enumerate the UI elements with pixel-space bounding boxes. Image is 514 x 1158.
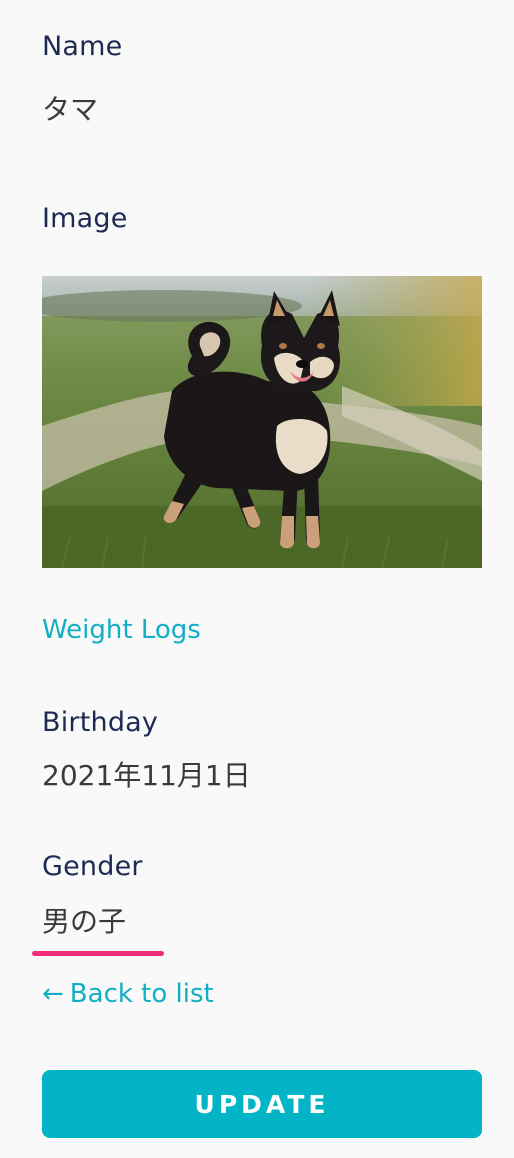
name-label: Name: [42, 31, 123, 62]
update-button[interactable]: UPDATE: [42, 1070, 482, 1138]
left-arrow-icon: ←: [42, 979, 64, 1009]
birthday-label: Birthday: [42, 707, 159, 738]
back-to-list-link[interactable]: ← Back to list: [42, 978, 214, 1010]
gender-value: 男の子: [42, 905, 127, 938]
pet-photo: [42, 276, 482, 568]
gender-highlight-underline: [32, 951, 164, 956]
name-value: タマ: [42, 93, 99, 126]
birthday-value: 2021年11月1日: [42, 759, 251, 792]
image-label: Image: [42, 203, 128, 234]
weight-logs-link[interactable]: Weight Logs: [42, 614, 201, 646]
back-to-list-label: Back to list: [69, 979, 214, 1009]
pet-detail-page: Name タマ Image Weight Logs Birthday 2021年…: [32, 0, 482, 1158]
gender-label: Gender: [42, 851, 143, 882]
